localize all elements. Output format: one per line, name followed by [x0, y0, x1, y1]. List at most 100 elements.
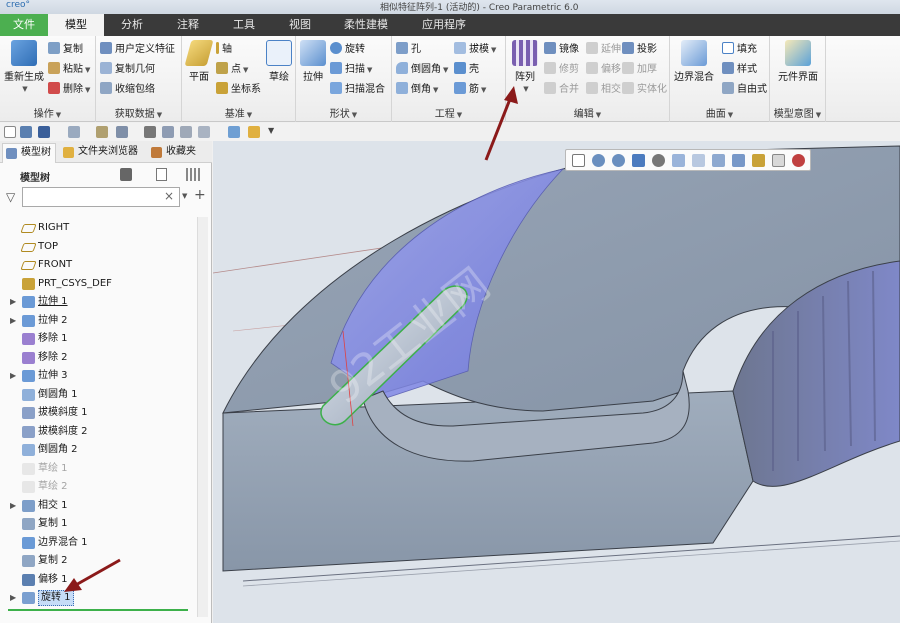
tree-item[interactable]: 草绘 1 [0, 460, 196, 478]
shrinkwrap-button[interactable]: 收缩包络 [100, 82, 155, 98]
section-view-icon[interactable] [732, 154, 745, 167]
mirror-button[interactable]: 镜像 [544, 42, 579, 58]
paste-button[interactable]: 粘贴 ▼ [48, 62, 90, 78]
graphics-viewport[interactable]: 92工业网 [213, 141, 900, 623]
axis-button[interactable]: 轴 [216, 42, 232, 58]
appearance-icon[interactable] [198, 126, 210, 138]
redo-icon[interactable] [68, 126, 80, 138]
udf-button[interactable]: 用户定义特征 [100, 42, 175, 58]
model-canvas[interactable] [213, 141, 900, 623]
analysis-icon[interactable] [228, 126, 240, 138]
display-style-icon[interactable] [652, 154, 665, 167]
tree-search-input[interactable] [22, 187, 180, 207]
tree-item[interactable]: TOP [0, 238, 196, 256]
saved-orientations-icon[interactable] [672, 154, 685, 167]
tab-annotate[interactable]: 注释 [160, 14, 216, 36]
tree-item[interactable]: 倒圆角 1 [0, 386, 196, 404]
tab-file[interactable]: 文件 [0, 14, 48, 36]
sweep-button[interactable]: 扫描 ▼ [330, 62, 372, 78]
datum-display-icon[interactable] [752, 154, 765, 167]
point-button[interactable]: 点 ▼ [216, 62, 248, 78]
section-icon[interactable] [180, 126, 192, 138]
fill-button[interactable]: 填充 [722, 42, 757, 58]
group-label-datum[interactable]: 基准 ▼ [182, 105, 295, 120]
revolve-button[interactable]: 旋转 [330, 42, 365, 58]
tree-columns-icon[interactable] [156, 168, 167, 181]
expand-arrow-icon[interactable]: ▶ [10, 589, 16, 607]
sketch-button[interactable]: 草绘 [264, 40, 294, 83]
tree-scrollbar[interactable] [197, 217, 208, 617]
tree-item[interactable]: ▶ 拉伸 3 [0, 367, 196, 385]
close-window-icon[interactable] [144, 126, 156, 138]
view-manager-icon[interactable] [692, 154, 705, 167]
thicken-button[interactable]: 加厚 [622, 62, 657, 78]
repaint-icon[interactable] [632, 154, 645, 167]
intersect-button[interactable]: 相交 [586, 82, 621, 98]
group-label-operations[interactable]: 操作 ▼ [0, 105, 95, 120]
group-label-shapes[interactable]: 形状 ▼ [296, 105, 391, 120]
customize-toolbar-icon[interactable]: ▼ [268, 126, 280, 138]
plane-button[interactable]: 平面 [184, 40, 214, 83]
shell-button[interactable]: 壳 [454, 62, 479, 78]
show-icon[interactable] [186, 168, 200, 181]
save-icon[interactable] [20, 126, 32, 138]
annotation-display-icon[interactable] [792, 154, 805, 167]
freestyle-button[interactable]: 自由式 [722, 82, 767, 98]
swept-blend-button[interactable]: 扫描混合 [330, 82, 385, 98]
add-filter-icon[interactable]: + [194, 187, 206, 203]
tab-model-tree[interactable]: 模型树 [2, 143, 56, 163]
tree-item[interactable]: ▶ 拉伸 2 [0, 312, 196, 330]
tree-item[interactable]: FRONT [0, 256, 196, 274]
tab-folder-browser[interactable]: 文件夹浏览器 [60, 143, 144, 163]
zoom-in-icon[interactable] [592, 154, 605, 167]
style-button[interactable]: 样式 [722, 62, 757, 78]
insert-here-indicator[interactable] [8, 609, 188, 611]
tab-model[interactable]: 模型 [48, 14, 104, 36]
tree-item[interactable]: 拔模斜度 1 [0, 404, 196, 422]
spin-center-icon[interactable] [772, 154, 785, 167]
expand-arrow-icon[interactable]: ▶ [10, 312, 16, 330]
clear-filter-icon[interactable]: × [164, 189, 174, 203]
tree-item[interactable]: 拔模斜度 2 [0, 423, 196, 441]
tree-item[interactable]: 移除 1 [0, 330, 196, 348]
copy-button[interactable]: 复制 [48, 42, 83, 58]
merge-button[interactable]: 合并 [544, 82, 579, 98]
round-button[interactable]: 倒圆角 ▼ [396, 62, 448, 78]
tree-item[interactable]: PRT_CSYS_DEF [0, 275, 196, 293]
undo-icon[interactable] [38, 126, 50, 138]
extend-button[interactable]: 延伸 [586, 42, 621, 58]
hole-button[interactable]: 孔 [396, 42, 421, 58]
group-label-get-data[interactable]: 获取数据 ▼ [96, 105, 181, 120]
copy-geometry-button[interactable]: 复制几何 [100, 62, 155, 78]
offset-button[interactable]: 偏移 [586, 62, 621, 78]
filter-dropdown-icon[interactable]: ▼ [182, 192, 187, 200]
perspective-icon[interactable] [712, 154, 725, 167]
group-label-model-intent[interactable]: 模型意图 ▼ [770, 105, 825, 120]
tree-settings-icon[interactable] [120, 168, 132, 181]
tab-applications[interactable]: 应用程序 [404, 14, 484, 36]
tree-item[interactable]: 移除 2 [0, 349, 196, 367]
tree-item[interactable]: 边界混合 1 [0, 534, 196, 552]
csys-button[interactable]: 坐标系 [216, 82, 261, 98]
filter-icon[interactable]: ▽ [6, 190, 15, 204]
tab-flexible-modeling[interactable]: 柔性建模 [328, 14, 404, 36]
solidify-button[interactable]: 实体化 [622, 82, 667, 98]
regenerate-button[interactable]: 重新生成 ▼ [2, 40, 46, 94]
tree-item[interactable]: 倒圆角 2 [0, 441, 196, 459]
tab-analysis[interactable]: 分析 [104, 14, 160, 36]
tab-view[interactable]: 视图 [272, 14, 328, 36]
tree-item[interactable]: ▶ 相交 1 [0, 497, 196, 515]
tree-item[interactable]: ▶ 拉伸 1 [0, 293, 196, 311]
expand-arrow-icon[interactable]: ▶ [10, 293, 16, 311]
open-folder-icon[interactable] [248, 126, 260, 138]
tab-favorites[interactable]: 收藏夹 [148, 143, 208, 163]
chamfer-button[interactable]: 倒角 ▼ [396, 82, 438, 98]
boundary-blend-button[interactable]: 边界混合 [674, 40, 714, 83]
draft-button[interactable]: 拔模 ▼ [454, 42, 496, 58]
group-label-surfaces[interactable]: 曲面 ▼ [670, 105, 769, 120]
new-icon[interactable] [4, 126, 16, 138]
extrude-button[interactable]: 拉伸 [298, 40, 328, 83]
tree-item[interactable]: RIGHT [0, 219, 196, 237]
trim-button[interactable]: 修剪 [544, 62, 579, 78]
tree-item[interactable]: 复制 1 [0, 515, 196, 533]
